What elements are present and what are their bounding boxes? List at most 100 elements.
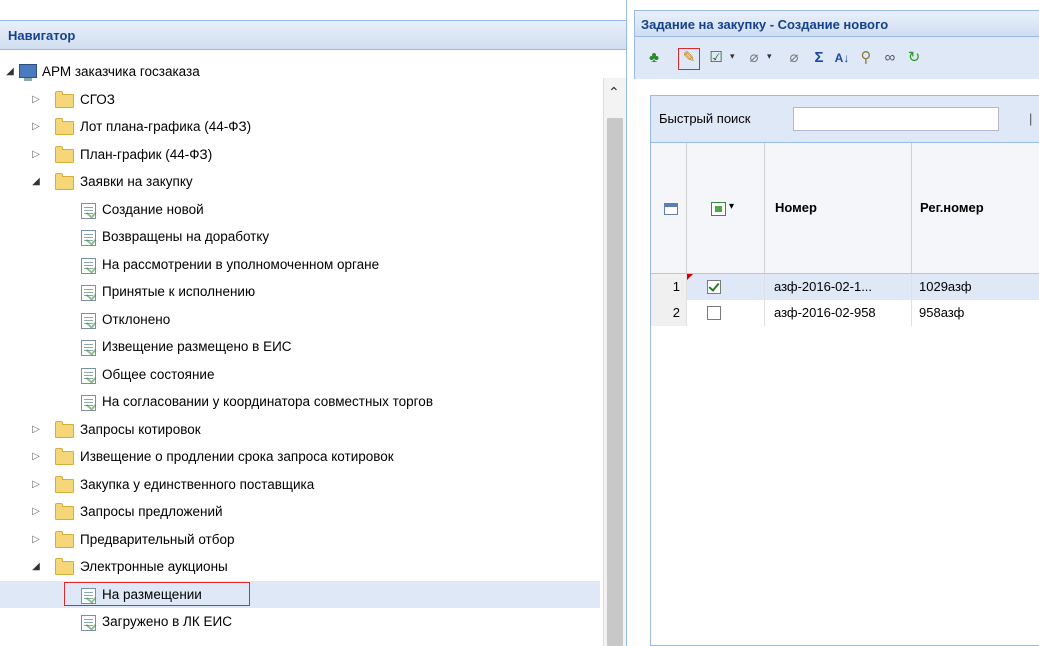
document-icon <box>81 367 96 384</box>
collapsed-toggle-icon[interactable]: ▷ <box>30 86 42 114</box>
tree-node-label: Извещение размещено в ЕИС <box>102 339 292 354</box>
panel-header: Задание на закупку - Создание нового <box>634 10 1039 37</box>
edit-icon[interactable]: ✎ <box>678 48 700 70</box>
tree-node-label: Принятые к исполнению <box>102 284 256 299</box>
tree-node[interactable]: Принятые к исполнению <box>0 278 600 306</box>
search-separator: | <box>1029 111 1033 126</box>
attach-icon[interactable]: ⌀ <box>745 49 763 67</box>
quick-search-input[interactable] <box>793 107 999 131</box>
folder-icon <box>55 145 74 163</box>
tree-node[interactable]: ▷ Извещение о продлении срока запроса кот… <box>0 443 600 471</box>
cell-reg-number: 1029азф <box>919 279 972 294</box>
tree-node[interactable]: ◢ АРМ заказчика госзаказа <box>0 58 600 86</box>
folder-icon <box>55 530 74 548</box>
document-icon <box>81 615 96 631</box>
sort-icon[interactable]: A↓ <box>833 49 851 67</box>
folder-icon <box>55 448 74 465</box>
column-number-header[interactable]: Номер <box>765 143 912 273</box>
tree-node-label: Предварительный отбор <box>80 531 235 547</box>
grid-column-headers: ▾ Номер Рег.номер <box>651 143 1039 274</box>
scroll-thumb[interactable] <box>607 118 623 646</box>
collapsed-toggle-icon[interactable]: ▷ <box>30 498 42 526</box>
collapsed-toggle-icon[interactable]: ▷ <box>30 416 42 444</box>
expanded-toggle-icon[interactable]: ◢ <box>30 168 42 196</box>
row-checkbox[interactable] <box>707 280 721 294</box>
collapsed-toggle-icon[interactable]: ▷ <box>30 443 42 471</box>
quick-search-label: Быстрый поиск <box>659 111 751 126</box>
tree-node-label: На размещении <box>102 586 202 602</box>
expanded-toggle-icon[interactable]: ◢ <box>4 58 16 86</box>
cell-number: азф-2016-02-958 <box>765 300 912 326</box>
tree-node-label: Извещение о продлении срока запроса коти… <box>80 449 394 464</box>
table-row[interactable]: 2 азф-2016-02-958 958азф <box>651 300 1039 326</box>
tree-node[interactable]: На рассмотрении в уполномоченном органе <box>0 251 600 279</box>
tree-node-label: Электронные аукционы <box>80 559 228 574</box>
tree-node[interactable]: Извещение размещено в ЕИС <box>0 333 600 361</box>
quick-search-bar: Быстрый поиск | <box>651 96 1039 143</box>
workstation-icon <box>19 64 37 81</box>
grid-settings-icon[interactable] <box>664 203 678 215</box>
column-reg-number-header[interactable]: Рег.номер <box>912 143 1039 273</box>
tree-node[interactable]: Создание новой <box>0 196 600 224</box>
tree-node-label: Запросы котировок <box>80 421 201 437</box>
attach-dropdown-icon[interactable]: ▾ <box>767 51 772 62</box>
expanded-toggle-icon[interactable]: ◢ <box>30 553 42 581</box>
tree-node-label: На согласовании у координатора совместны… <box>102 394 433 409</box>
tree-node[interactable]: Отклонено <box>0 306 600 334</box>
column-number-label: Номер <box>775 200 817 215</box>
tree-node[interactable]: ◢ Заявки на закупку <box>0 168 600 196</box>
tree-node[interactable]: На размещении <box>0 580 600 608</box>
collapsed-toggle-icon[interactable]: ▷ <box>30 141 42 169</box>
tree-node[interactable]: Загружено в ЛК ЕИС <box>0 608 600 636</box>
tree-node[interactable]: На согласовании у координатора совместны… <box>0 388 600 416</box>
column-select-header[interactable]: ▾ <box>687 143 765 273</box>
link-icon[interactable]: ∞ <box>881 49 899 67</box>
records-grid: Быстрый поиск | ▾ Номер Рег.номер 1 азф-2… <box>650 95 1039 646</box>
row-number: 1 <box>651 274 687 300</box>
folder-icon <box>55 503 74 520</box>
tree-node[interactable]: ▷ СГОЗ <box>0 86 600 114</box>
select-all-icon[interactable] <box>711 202 726 216</box>
tree-node-label: Заявки на закупку <box>80 174 193 189</box>
tree-node-label: Общее состояние <box>102 366 215 382</box>
folder-icon <box>55 118 74 135</box>
panel-toolbar: ♣ ✎ ☑ ▾ ⌀ ▾ ⌀ Σ A↓ ⚲ ∞ ↻ <box>634 37 1039 79</box>
collapsed-toggle-icon[interactable]: ▷ <box>30 113 42 141</box>
refresh-icon[interactable]: ↻ <box>905 49 923 67</box>
navigator-panel: Навигатор ◢ АРМ заказчика госзаказа ▷ СГОЗ ▷… <box>0 0 627 646</box>
tree-node-label: АРМ заказчика госзаказа <box>42 64 200 79</box>
tree-node[interactable]: Возвращены на доработку <box>0 223 600 251</box>
column-reg-number-label: Рег.номер <box>920 200 984 215</box>
filter-icon[interactable]: ⚲ <box>857 49 875 67</box>
column-settings-header[interactable] <box>651 143 687 273</box>
table-row[interactable]: 1 азф-2016-02-1... 1029азф <box>651 274 1039 300</box>
tree-node[interactable]: ▷ Предварительный отбор <box>0 526 600 554</box>
tree-node-label: Лот плана-графика (44-ФЗ) <box>80 119 252 134</box>
scroll-up-icon[interactable]: ⌃ <box>608 84 620 101</box>
document-icon <box>81 312 96 329</box>
folder-icon <box>55 173 74 190</box>
document-icon <box>81 340 96 356</box>
row-checkbox[interactable] <box>707 306 721 320</box>
tree-node[interactable]: ▷ Запросы котировок <box>0 416 600 444</box>
sum-icon[interactable]: Σ <box>810 49 828 67</box>
add-org-icon[interactable]: ♣ <box>645 49 663 67</box>
attach-icon-2[interactable]: ⌀ <box>785 49 803 67</box>
approve-dropdown-icon[interactable]: ▾ <box>730 51 735 62</box>
approve-icon[interactable]: ☑ <box>707 49 725 67</box>
modified-marker-icon <box>687 274 693 280</box>
tree-node[interactable]: Общее состояние <box>0 361 600 389</box>
folder-icon <box>55 475 74 493</box>
tree-scrollbar[interactable]: ⌃ <box>603 78 626 646</box>
document-icon <box>81 285 96 301</box>
folder-icon <box>55 90 74 108</box>
tree-node[interactable]: ▷ План-график (44-ФЗ) <box>0 141 600 169</box>
collapsed-toggle-icon[interactable]: ▷ <box>30 526 42 554</box>
tree-node[interactable]: ◢ Электронные аукционы <box>0 553 600 581</box>
document-icon <box>81 257 96 274</box>
tree-node[interactable]: ▷ Закупка у единственного поставщика <box>0 471 600 499</box>
tree-node[interactable]: ▷ Лот плана-графика (44-ФЗ) <box>0 113 600 141</box>
tree-node[interactable]: ▷ Запросы предложений <box>0 498 600 526</box>
collapsed-toggle-icon[interactable]: ▷ <box>30 471 42 499</box>
select-dropdown-icon[interactable]: ▾ <box>729 201 734 212</box>
